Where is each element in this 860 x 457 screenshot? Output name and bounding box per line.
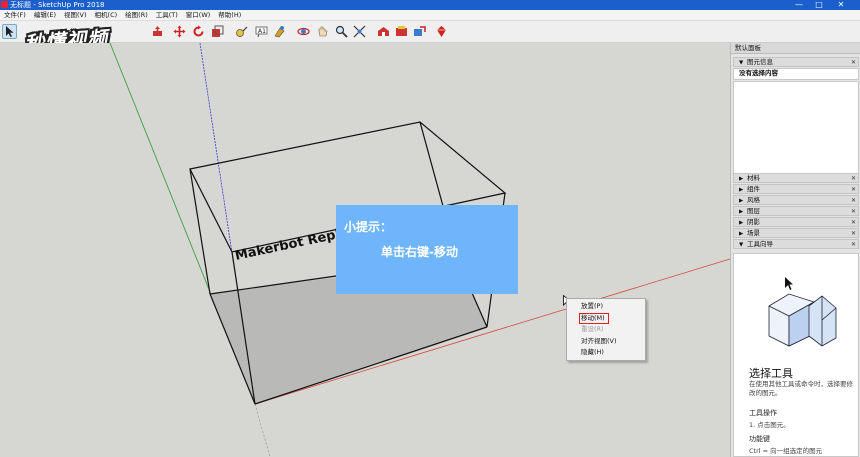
tray-section-materials[interactable]: ▶ 材料 ✕ <box>733 173 859 183</box>
move-icon[interactable] <box>172 24 187 39</box>
close-window-button[interactable]: ✕ <box>832 0 850 10</box>
expand-arrow-icon: ▶ <box>739 198 744 204</box>
close-icon[interactable]: ✕ <box>851 58 856 67</box>
warehouse-icon[interactable] <box>376 24 391 39</box>
maximize-button[interactable]: □ <box>810 0 828 10</box>
context-menu-move[interactable]: 移动(M) <box>567 312 645 325</box>
close-icon[interactable]: ✕ <box>851 240 856 249</box>
close-icon[interactable]: ✕ <box>851 229 856 238</box>
rotate-icon[interactable] <box>191 24 206 39</box>
model-viewport[interactable]: Makerbot Repli 小提示： 单击右键-移动 放置(P) 移动(M) … <box>0 43 730 457</box>
context-menu-hide[interactable]: 隐藏(H) <box>567 347 645 359</box>
tip-title: 小提示： <box>344 220 393 234</box>
tray-section-scenes[interactable]: ▶ 场景 ✕ <box>733 228 859 238</box>
tray-section-shadows[interactable]: ▶ 阴影 ✕ <box>733 217 859 227</box>
select-tool-illustration <box>768 277 837 347</box>
menu-bar: 文件(F) 编辑(E) 视图(V) 相机(C) 绘图(R) 工具(T) 窗口(W… <box>0 10 860 21</box>
share-icon[interactable] <box>412 24 427 39</box>
scale-icon[interactable] <box>210 24 225 39</box>
context-menu-align-view[interactable]: 对齐视图(V) <box>567 336 645 348</box>
close-icon[interactable]: ✕ <box>851 218 856 227</box>
expand-arrow-icon: ▶ <box>739 220 744 226</box>
collapse-arrow-icon: ▼ <box>739 242 744 248</box>
sketchup-app-icon <box>1 1 8 8</box>
menu-tools[interactable]: 工具(T) <box>152 10 182 21</box>
tray-title: 默认面板 <box>731 43 860 54</box>
expand-arrow-icon: ▶ <box>739 231 744 237</box>
menu-draw[interactable]: 绘图(R) <box>121 10 152 21</box>
instructor-panel: 选择工具 在使用其他工具或命令时，选择要修改的图元。 工具操作 1. 点击图元。… <box>733 253 859 457</box>
model-label: Makerbot Repli <box>234 226 346 264</box>
context-menu: 放置(P) 移动(M) 重设(R) 对齐视图(V) 隐藏(H) <box>566 298 646 361</box>
context-menu-place[interactable]: 放置(P) <box>567 301 645 313</box>
paint-icon[interactable] <box>272 24 287 39</box>
menu-help[interactable]: 帮助(H) <box>214 10 245 21</box>
expand-arrow-icon: ▶ <box>739 187 744 193</box>
extension-icon[interactable] <box>394 24 409 39</box>
highlight-box <box>579 312 609 324</box>
zoom-extents-icon[interactable] <box>352 24 367 39</box>
entity-info-body: 没有选择内容 <box>733 68 859 80</box>
axis-extension <box>254 403 271 457</box>
instructor-modifier-text: Ctrl = 向一组选定的图元 <box>749 447 823 455</box>
menu-file[interactable]: 文件(F) <box>0 10 30 21</box>
tray-section-components[interactable]: ▶ 组件 ✕ <box>733 184 859 194</box>
close-icon[interactable]: ✕ <box>851 207 856 216</box>
tray-section-instructor[interactable]: ▼ 工具向导 ✕ <box>733 239 859 249</box>
entity-info-panel <box>733 81 859 174</box>
tray-section-entity-info[interactable]: ▼ 图元信息 ✕ <box>733 57 859 67</box>
instructor-operation-heading: 工具操作 <box>749 409 777 417</box>
menu-edit[interactable]: 编辑(E) <box>30 10 60 21</box>
default-tray: 默认面板 ▼ 图元信息 ✕ 没有选择内容 ▶ 材料 ✕ ▶ 组件 ✕ ▶ 风格 ✕ ▶ 图层 ✕ … <box>730 43 860 457</box>
close-icon[interactable]: ✕ <box>851 196 856 205</box>
menu-window[interactable]: 窗口(W) <box>182 10 215 21</box>
context-menu-reset: 重设(R) <box>581 325 604 333</box>
title-bar: 无标题 - SketchUp Pro 2018 — □ ✕ <box>0 0 860 10</box>
tip-body: 单击右键-移动 <box>381 245 458 259</box>
tray-section-styles[interactable]: ▶ 风格 ✕ <box>733 195 859 205</box>
orbit-icon[interactable] <box>296 24 311 39</box>
instructor-operation-text: 1. 点击图元。 <box>749 421 790 429</box>
main-toolbar: A1 <box>0 21 860 43</box>
select-icon[interactable] <box>2 24 17 39</box>
close-icon[interactable]: ✕ <box>851 185 856 194</box>
ruby-icon[interactable] <box>434 24 449 39</box>
text-icon[interactable]: A1 <box>254 24 269 39</box>
push-pull-icon[interactable] <box>150 24 165 39</box>
instructor-modifier-heading: 功能键 <box>749 435 770 443</box>
menu-view[interactable]: 视图(V) <box>60 10 91 21</box>
tray-section-layers[interactable]: ▶ 图层 ✕ <box>733 206 859 216</box>
zoom-icon[interactable] <box>334 24 349 39</box>
minimize-button[interactable]: — <box>790 0 808 10</box>
window-title: 无标题 - SketchUp Pro 2018 <box>10 1 105 9</box>
close-icon[interactable]: ✕ <box>851 174 856 183</box>
collapse-arrow-icon: ▼ <box>739 60 744 66</box>
instructor-tool-title: 选择工具 <box>749 367 793 380</box>
instructor-description: 在使用其他工具或命令时，选择要修改的图元。 <box>749 380 853 397</box>
tape-measure-icon[interactable] <box>234 24 249 39</box>
tip-box: 小提示： 单击右键-移动 <box>336 205 518 294</box>
pan-icon[interactable] <box>315 24 330 39</box>
svg-text:A1: A1 <box>258 28 266 35</box>
expand-arrow-icon: ▶ <box>739 209 744 215</box>
expand-arrow-icon: ▶ <box>739 176 744 182</box>
